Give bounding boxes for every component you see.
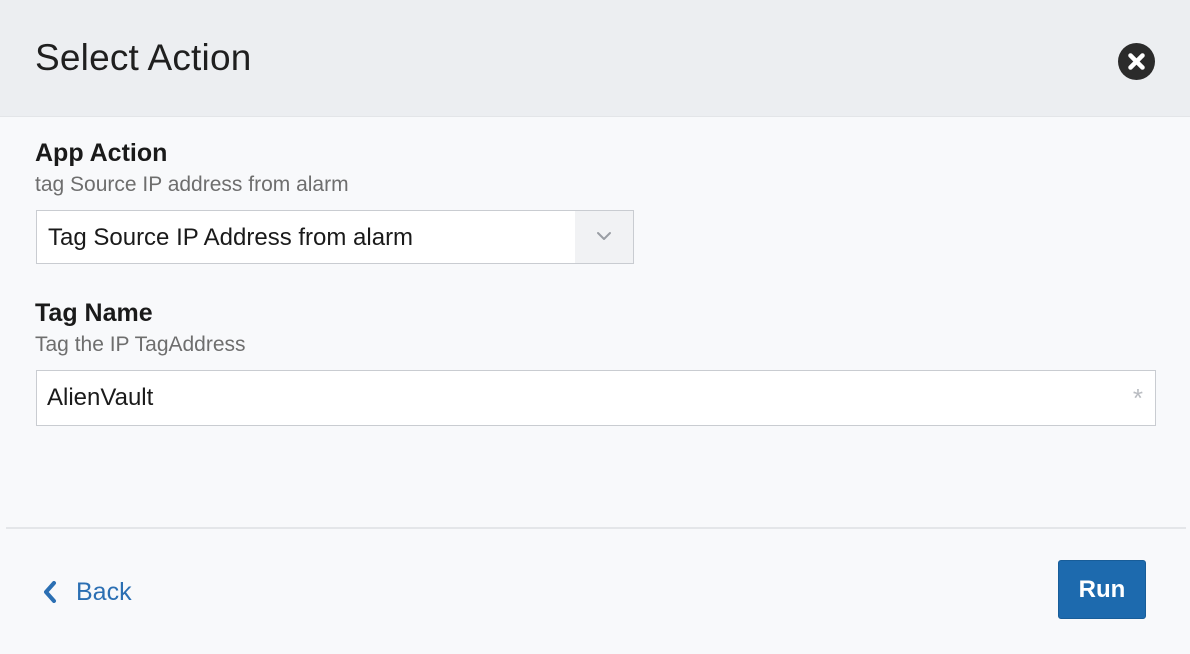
- dialog-title: Select Action: [35, 37, 252, 78]
- required-asterisk-icon: *: [1132, 383, 1143, 413]
- tag-name-label: Tag Name: [35, 299, 153, 327]
- footer-divider: [6, 527, 1186, 529]
- back-label: Back: [76, 578, 132, 606]
- app-action-select[interactable]: Tag Source IP Address from alarm: [36, 210, 634, 264]
- chevron-left-icon: [44, 581, 56, 603]
- app-action-label: App Action: [35, 139, 168, 167]
- app-action-selected-value: Tag Source IP Address from alarm: [48, 224, 414, 251]
- app-action-hint: tag Source IP address from alarm: [35, 173, 349, 196]
- tag-name-input[interactable]: [47, 380, 1107, 416]
- select-action-dialog: Select Action App Action tag Source IP a…: [0, 0, 1190, 654]
- tag-name-field-wrapper: *: [36, 370, 1156, 426]
- tag-name-hint: Tag the IP TagAddress: [35, 333, 246, 356]
- dialog-header: Select Action: [0, 0, 1190, 117]
- close-icon[interactable]: [1118, 43, 1155, 80]
- chevron-down-icon: [597, 232, 611, 240]
- select-arrow-button[interactable]: [575, 211, 633, 263]
- run-button[interactable]: Run: [1058, 560, 1146, 619]
